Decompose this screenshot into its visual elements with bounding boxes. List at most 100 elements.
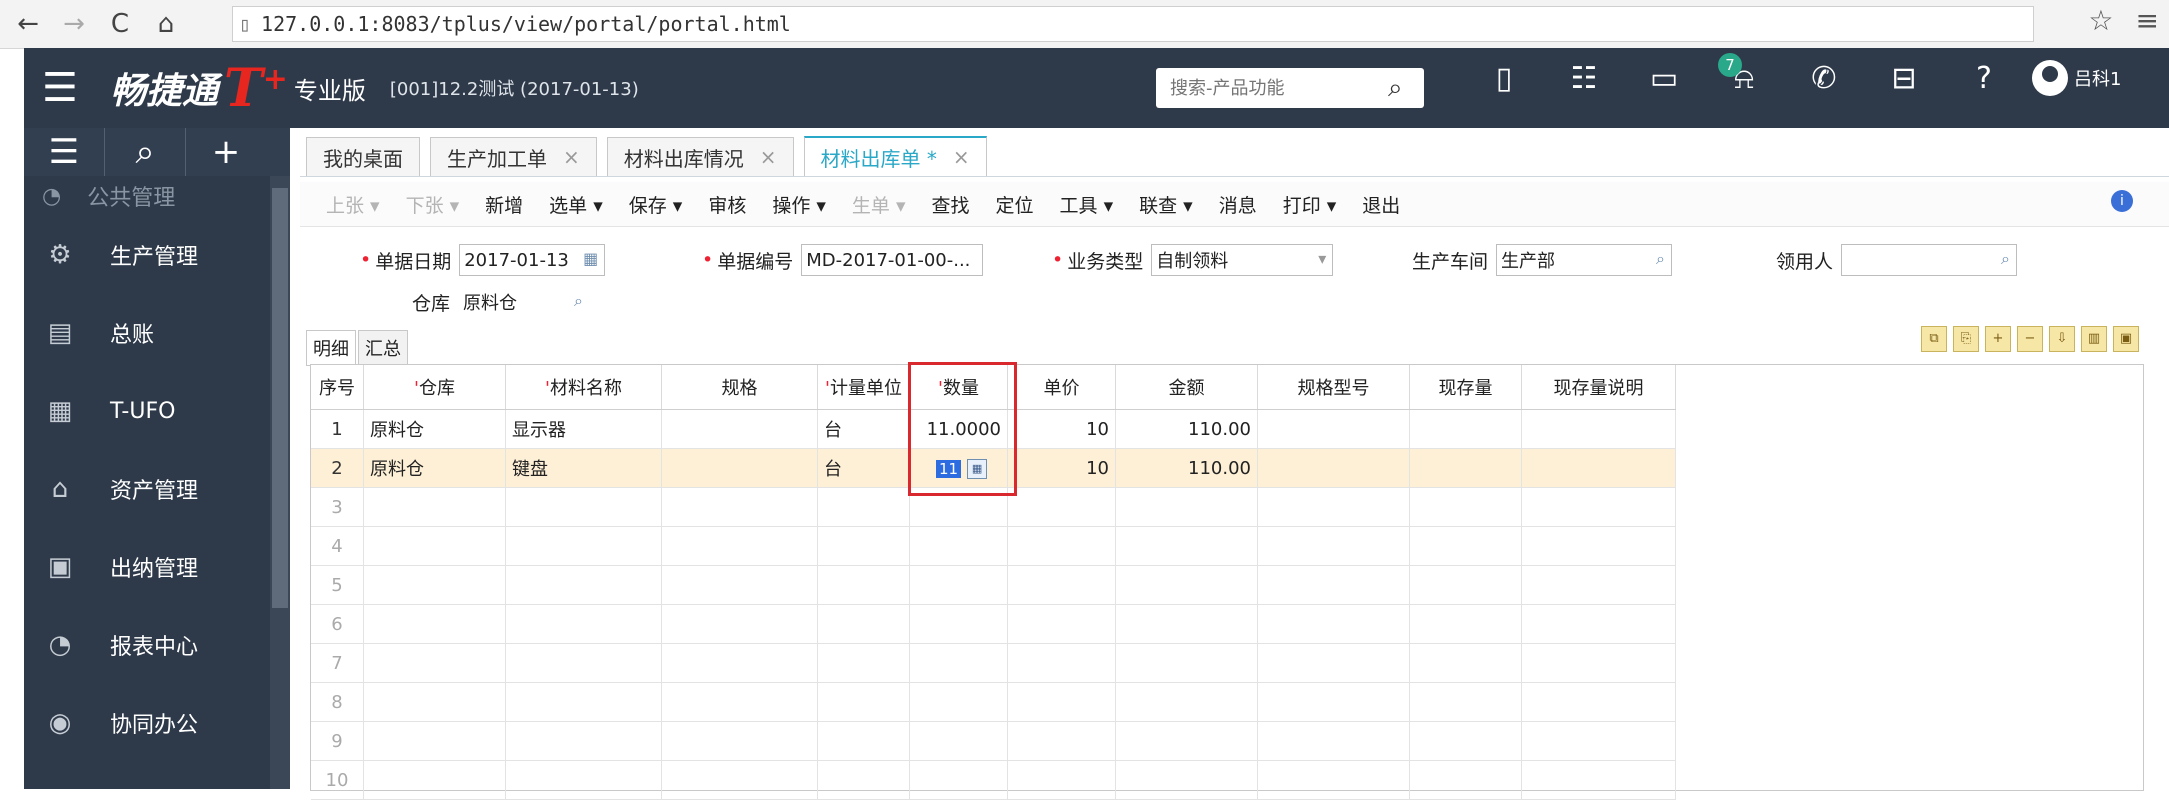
- sidebar-item-assets[interactable]: ⌂ 资产管理: [24, 450, 290, 528]
- next-button[interactable]: 下张 ▾: [406, 191, 460, 218]
- import-icon[interactable]: ⇩: [2049, 326, 2075, 352]
- table-row[interactable]: 4: [311, 526, 1676, 566]
- audit-button[interactable]: 审核: [708, 191, 746, 218]
- sidebar-item-cashier[interactable]: ▣ 出纳管理: [24, 528, 290, 606]
- lookup-search-icon[interactable]: ⌕: [2001, 249, 2010, 269]
- main-menu-icon[interactable]: ☰: [42, 65, 98, 111]
- cell-stock-note[interactable]: [1521, 448, 1676, 488]
- column-header[interactable]: '仓库: [363, 365, 506, 410]
- table-row[interactable]: 7: [311, 643, 1676, 683]
- tab-detail[interactable]: 明细: [306, 330, 356, 366]
- sidebar-search-icon[interactable]: ⌕: [105, 132, 185, 172]
- cell-spec[interactable]: [661, 409, 818, 449]
- user-menu[interactable]: 吕科1: [2032, 60, 2121, 96]
- chevron-down-icon[interactable]: ▾: [1318, 249, 1326, 268]
- cell-warehouse[interactable]: 原料仓: [363, 409, 506, 449]
- sidebar-item-reports[interactable]: ◔ 报表中心: [24, 606, 290, 684]
- locate-button[interactable]: 定位: [996, 191, 1034, 218]
- table-row[interactable]: 6: [311, 604, 1676, 644]
- quantity-input[interactable]: 11: [936, 459, 962, 478]
- cell-model[interactable]: [1257, 448, 1410, 488]
- message-button[interactable]: 消息: [1219, 191, 1257, 218]
- cell-price[interactable]: 10: [1007, 409, 1116, 449]
- column-header[interactable]: 单价: [1007, 365, 1116, 410]
- table-row[interactable]: 10: [311, 760, 1676, 800]
- cell-material-name[interactable]: 键盘: [505, 448, 662, 488]
- forward-icon[interactable]: →: [56, 9, 92, 39]
- cell-unit[interactable]: 台: [817, 409, 910, 449]
- cell-amount[interactable]: 110.00: [1115, 409, 1258, 449]
- lookup-search-icon[interactable]: ⌕: [574, 291, 583, 311]
- table-row[interactable]: 5: [311, 565, 1676, 605]
- notification-bell-icon[interactable]: ⍾ 7: [1704, 52, 1784, 96]
- column-header[interactable]: 现存量说明: [1521, 365, 1676, 410]
- sidebar-item-tufo[interactable]: ▦ T-UFO: [24, 372, 290, 450]
- insert-row-icon[interactable]: +: [1985, 326, 2011, 352]
- close-icon[interactable]: ×: [563, 145, 580, 169]
- column-header[interactable]: 规格型号: [1257, 365, 1410, 410]
- cell-warehouse[interactable]: 原料仓: [363, 448, 506, 488]
- close-icon[interactable]: ×: [760, 145, 777, 169]
- column-header[interactable]: 金额: [1115, 365, 1258, 410]
- save-button[interactable]: 保存 ▾: [629, 191, 683, 218]
- sidebar-item-partial[interactable]: ◔ 公共管理: [24, 176, 290, 216]
- column-header[interactable]: '数量: [909, 365, 1008, 410]
- generate-doc-button[interactable]: 生单 ▾: [852, 191, 906, 218]
- cell-price[interactable]: 10: [1007, 448, 1116, 488]
- column-header[interactable]: 现存量: [1409, 365, 1522, 410]
- help-icon[interactable]: ?: [1944, 61, 2024, 96]
- message-icon[interactable]: ⊟: [1864, 61, 1944, 96]
- delete-row-icon[interactable]: −: [2017, 326, 2043, 352]
- column-header[interactable]: '计量单位: [817, 365, 910, 410]
- sidebar-item-production[interactable]: ⚙ 生产管理: [24, 216, 290, 294]
- warehouse-field[interactable]: 原料仓 ⌕: [458, 286, 591, 318]
- table-row-selected[interactable]: 2 原料仓 键盘 台 11 ▦ 10 110.00: [311, 448, 1676, 488]
- column-header[interactable]: 规格: [661, 365, 818, 410]
- tab-summary[interactable]: 汇总: [358, 330, 408, 366]
- cell-spec[interactable]: [661, 448, 818, 488]
- save-layout-icon[interactable]: ▣: [2113, 326, 2139, 352]
- tab-production-order[interactable]: 生产加工单 ×: [430, 137, 597, 176]
- info-icon[interactable]: i: [2111, 190, 2133, 212]
- reload-icon[interactable]: C: [102, 9, 138, 39]
- cell-stock[interactable]: [1409, 409, 1522, 449]
- date-field[interactable]: 2017-01-13 ▦: [459, 244, 606, 276]
- sidebar-item-collab[interactable]: ◉ 协同办公: [24, 684, 290, 762]
- mobile-icon[interactable]: ▯: [1464, 61, 1544, 96]
- cell-stock[interactable]: [1409, 448, 1522, 488]
- select-doc-button[interactable]: 选单 ▾: [549, 191, 603, 218]
- chat-icon[interactable]: ▭: [1624, 61, 1704, 96]
- calendar-icon[interactable]: ▦: [583, 249, 598, 268]
- chart-icon[interactable]: ▥: [2081, 326, 2107, 352]
- prev-button[interactable]: 上张 ▾: [326, 191, 380, 218]
- code-field[interactable]: MD-2017-01-00-...: [801, 244, 984, 276]
- print-button[interactable]: 打印 ▾: [1283, 191, 1337, 218]
- tab-material-issue-status[interactable]: 材料出库情况 ×: [606, 137, 794, 176]
- exit-button[interactable]: 退出: [1362, 191, 1400, 218]
- copy-row-icon[interactable]: ⧉: [1921, 326, 1947, 352]
- cell-material-name[interactable]: 显示器: [505, 409, 662, 449]
- back-icon[interactable]: ←: [10, 9, 46, 39]
- table-row[interactable]: 8: [311, 682, 1676, 722]
- table-row[interactable]: 9: [311, 721, 1676, 761]
- table-row[interactable]: 3: [311, 487, 1676, 527]
- cell-quantity[interactable]: 11.0000: [909, 409, 1008, 449]
- search-icon[interactable]: ⌕: [1388, 73, 1403, 104]
- bookmark-star-icon[interactable]: ☆: [2088, 4, 2113, 37]
- sidebar-item-ledger[interactable]: ▤ 总账: [24, 294, 290, 372]
- column-header[interactable]: 序号: [311, 365, 364, 410]
- find-button[interactable]: 查找: [932, 191, 970, 218]
- phone-icon[interactable]: ✆: [1784, 61, 1864, 96]
- cell-quantity-editing[interactable]: 11 ▦: [909, 448, 1008, 488]
- cell-model[interactable]: [1257, 409, 1410, 449]
- column-header[interactable]: '材料名称: [505, 365, 662, 410]
- cell-amount[interactable]: 110.00: [1115, 448, 1258, 488]
- tab-desktop[interactable]: 我的桌面: [306, 137, 420, 176]
- workshop-field[interactable]: 生产部 ⌕: [1496, 244, 1673, 276]
- home-icon[interactable]: ⌂: [148, 9, 184, 39]
- new-button[interactable]: 新增: [485, 191, 523, 218]
- account-info[interactable]: [001]12.2测试 (2017-01-13): [390, 75, 639, 101]
- list-icon[interactable]: ☷: [1544, 61, 1624, 96]
- paste-row-icon[interactable]: ⎘: [1953, 326, 1979, 352]
- operate-button[interactable]: 操作 ▾: [772, 191, 826, 218]
